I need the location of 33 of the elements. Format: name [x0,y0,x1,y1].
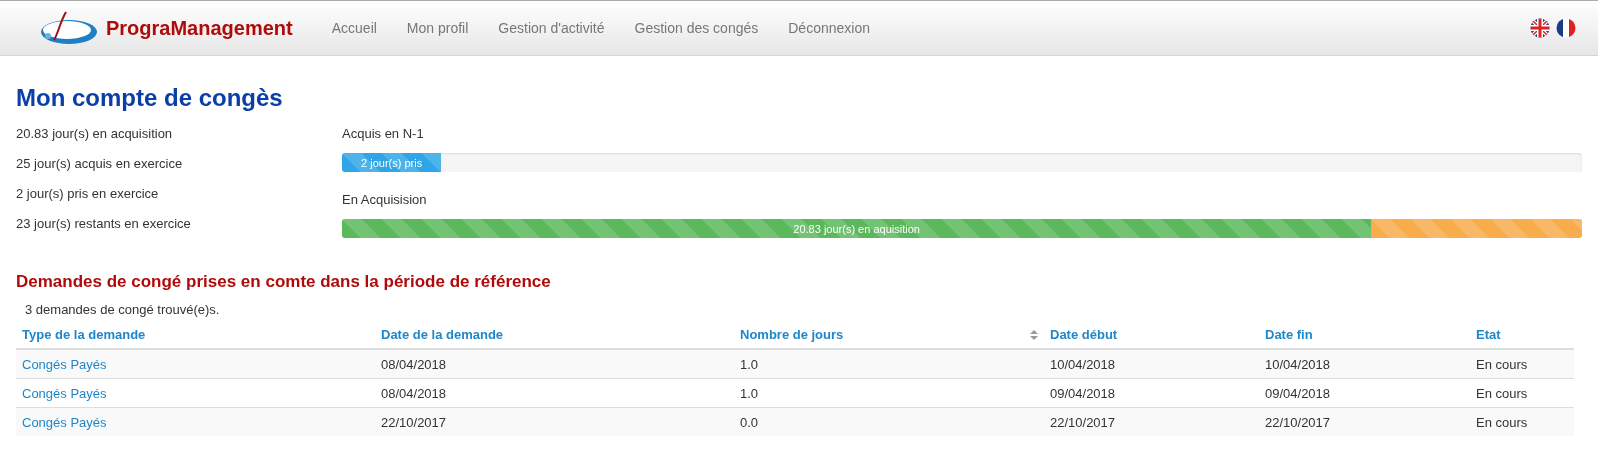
leave-type-link[interactable]: Congés Payés [22,356,107,372]
table-cell: En cours [1470,349,1574,379]
uk-flag-icon[interactable] [1530,18,1550,38]
leave-type-link[interactable]: Congés Payés [22,385,107,401]
table-cell: 0.0 [734,407,1044,436]
page-title: Mon compte de congès [16,84,284,112]
nav-link[interactable]: Gestion d'activité [483,20,620,36]
section-title: Demandes de congé prises en comte dans la période de référence [16,272,552,292]
stat-text: 25 jour(s) acquis en exercice [16,156,184,171]
table-cell: 22/10/2017 [1259,407,1470,436]
stat-text: 2 jour(s) pris en exercice [16,186,160,201]
result-count: 3 demandes de congé trouvé(e)s. [24,302,221,317]
stat-text: 20.83 jour(s) en acquisition [16,126,174,141]
table-cell: 10/04/2018 [1044,349,1259,379]
nav-link[interactable]: Gestion des congés [619,20,774,36]
nav-link[interactable]: Accueil [316,20,392,36]
leave-type-link[interactable]: Congés Payés [22,414,107,430]
table-cell: 22/10/2017 [1044,407,1259,436]
progress-label: En Acquisision [342,192,428,207]
table-cell: En cours [1470,407,1574,436]
progress-fill: 20.83 jour(s) en aquisition [342,219,1372,238]
stat-text: 23 jour(s) restants en exercice [16,216,192,231]
table-cell: 1.0 [734,349,1044,379]
france-flag-icon[interactable] [1556,18,1576,38]
sort-icon[interactable] [1030,329,1038,340]
table-cell: 22/10/2017 [375,407,734,436]
table-cell: 10/04/2018 [1259,349,1470,379]
progress-label: Acquis en N-1 [342,126,425,141]
brand-name[interactable]: PrograManagement [106,16,293,40]
progress-fill: 2 jour(s) pris [342,153,442,172]
table-cell: 08/04/2018 [375,349,734,379]
nav-link[interactable]: Mon profil [391,20,484,36]
nav-link[interactable]: Déconnexion [773,20,885,36]
